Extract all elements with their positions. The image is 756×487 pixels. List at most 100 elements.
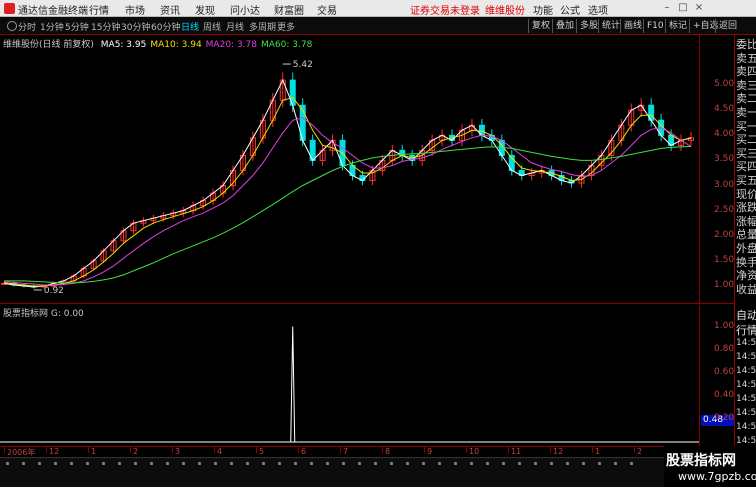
tab-bar-dot [86, 462, 89, 465]
ma-line-ma5 [3, 78, 692, 288]
tab-bar-dot [198, 462, 201, 465]
date-tick [88, 447, 89, 453]
price-tick-label: 1.50 [714, 255, 735, 265]
tick-time: 14:56 [736, 408, 756, 418]
high-label: 5.42 [293, 60, 313, 70]
period-daily[interactable]: 日线 [181, 20, 199, 33]
current-stock-name: 维维股份 [485, 6, 525, 17]
period-60min[interactable]: 60分钟 [151, 20, 180, 33]
tab-bar-dot [630, 462, 633, 465]
kline-chart[interactable]: 5.42 0.92 维维股份(日线 前复权) MA5: 3.95 MA10: 3.9… [0, 35, 734, 304]
ma-legend-item: MA20: 3.78 [205, 40, 257, 50]
tick-time: 14:56 [736, 394, 756, 404]
tab-bar-dot [406, 462, 409, 465]
quote-section-label[interactable]: 行情 [736, 322, 756, 338]
draw-line-button[interactable]: 画线 [620, 19, 642, 33]
price-tick-label: 4.00 [714, 129, 735, 139]
menu-bar: 通达信金融终端 行情 市场 资讯 发现 问小达 财富圈 交易 证券交易未登录 维… [0, 0, 756, 17]
tab-bar-dot [246, 462, 249, 465]
multi-stock-button[interactable]: 多股 [576, 19, 598, 33]
indicator-spike [290, 326, 296, 443]
chart-title: 维维股份(日线 前复权) [3, 40, 94, 50]
minimize-icon[interactable]: – [660, 0, 674, 16]
ma-legend-item: MA10: 3.94 [150, 40, 202, 50]
tab-bar-dot [598, 462, 601, 465]
tab-bar-dot [150, 462, 153, 465]
tab-bar-dot [134, 462, 137, 465]
quote-section-label[interactable]: 自动 [736, 307, 756, 323]
menu-news[interactable]: 资讯 [160, 2, 180, 17]
menu-options[interactable]: 选项 [588, 2, 608, 17]
tab-bar-dot [438, 462, 441, 465]
price-tick-label: 3.00 [714, 180, 735, 190]
menu-formula[interactable]: 公式 [560, 2, 580, 17]
date-tick [340, 447, 341, 453]
chart-toolbar: 分时 1分钟 5分钟 15分钟 30分钟 60分钟 日线 周线 月线 多周期 更… [0, 17, 756, 35]
menu-ask[interactable]: 问小达 [230, 2, 260, 17]
date-label: 6 [301, 447, 307, 456]
watermark-title: 股票指标网 [666, 453, 736, 469]
period-30min[interactable]: 30分钟 [121, 20, 150, 33]
close-icon[interactable]: × [692, 0, 706, 16]
period-intraday[interactable]: 分时 [18, 20, 36, 33]
tab-bar-dot [470, 462, 473, 465]
app-name: 通达信金融终端 [18, 6, 88, 17]
tab-bar-dot [22, 462, 25, 465]
period-multi[interactable]: 多周期 [249, 20, 276, 33]
date-tick [466, 447, 467, 453]
indicator-panel[interactable]: 股票指标网 G: 0.00 [0, 305, 699, 446]
period-more[interactable]: 更多 [277, 20, 295, 33]
period-monthly[interactable]: 月线 [226, 20, 244, 33]
date-tick [382, 447, 383, 453]
menu-market[interactable]: 市场 [125, 2, 145, 17]
indicator-tick-label: 1.00 [714, 321, 735, 331]
menu-market-quotes[interactable]: 行情 [89, 2, 109, 17]
settings-circle-icon[interactable] [7, 21, 17, 31]
price-tick-label: 5.00 [714, 79, 735, 89]
date-label: 7 [343, 447, 349, 456]
period-15min[interactable]: 15分钟 [91, 20, 120, 33]
tab-bar-dot [6, 462, 9, 465]
date-label: 1 [91, 447, 97, 456]
date-tick [214, 447, 215, 453]
mark-button[interactable]: 标记 [665, 19, 687, 33]
period-weekly[interactable]: 周线 [203, 20, 221, 33]
date-tick [46, 447, 47, 453]
tick-time: 14:55 [736, 338, 756, 348]
date-label: 10 [469, 447, 480, 456]
period-5min[interactable]: 5分钟 [65, 20, 89, 33]
price-tick-label: 1.00 [714, 280, 735, 290]
tab-bar-dot [550, 462, 553, 465]
adjust-button[interactable]: 复权 [528, 19, 550, 33]
tick-time: 14:56 [736, 366, 756, 376]
stats-button[interactable]: 统计 [598, 19, 620, 33]
bottom-tab-bar [0, 457, 756, 487]
tab-bar-dot [70, 462, 73, 465]
tick-time: 14:55 [736, 352, 756, 362]
date-tick [634, 447, 635, 453]
menu-wealth[interactable]: 财富圈 [274, 2, 304, 17]
date-label: 12 [49, 447, 60, 456]
menu-discover[interactable]: 发现 [195, 2, 215, 17]
app-logo-icon [4, 3, 15, 14]
quote-sidebar: 委比 卖五 卖四 卖三 卖二 卖一 买一 买二 买三 买四 买五 现价 涨跌 涨幅 总量 外盘 换手 净资 收益 自动… [734, 35, 756, 457]
tab-bar-dot [326, 462, 329, 465]
indicator-legend: 股票指标网 G: 0.00 [3, 309, 84, 319]
ma-line-ma60 [4, 145, 692, 284]
tab-bar-dot [342, 462, 345, 465]
menu-trade[interactable]: 交易 [317, 2, 337, 17]
period-1min[interactable]: 1分钟 [40, 20, 64, 33]
date-label: 1 [595, 447, 601, 456]
login-status[interactable]: 证券交易未登录 [410, 2, 480, 17]
tab-bar-dot [278, 462, 281, 465]
back-button[interactable]: 返回 [715, 19, 737, 33]
ma-legend-item: MA60: 3.78 [260, 40, 313, 50]
maximize-icon[interactable]: □ [676, 0, 690, 16]
date-label: 9 [427, 447, 433, 456]
tab-bar-dot [614, 462, 617, 465]
overlay-button[interactable]: 叠加 [552, 19, 574, 33]
tick-time: 14:56 [736, 380, 756, 390]
f10-button[interactable]: F10 [643, 19, 664, 33]
date-label: 12 [553, 447, 564, 456]
menu-functions[interactable]: 功能 [533, 2, 553, 17]
